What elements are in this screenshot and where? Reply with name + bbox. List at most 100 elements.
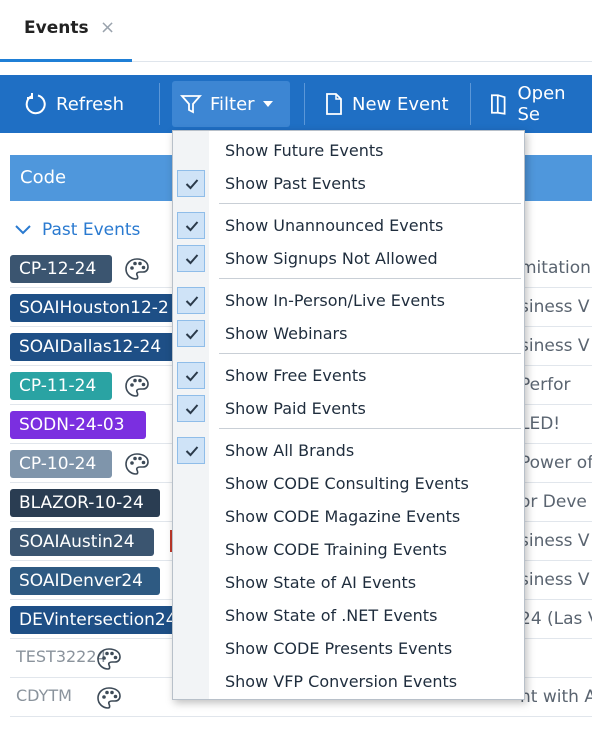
- checkbox-empty[interactable]: [177, 668, 205, 695]
- checkmark-icon[interactable]: [177, 320, 205, 347]
- toolbar-divider: [159, 83, 160, 125]
- menu-item-label: Show CODE Magazine Events: [225, 507, 461, 526]
- menu-item-label: Show Free Events: [225, 366, 367, 385]
- palette-icon[interactable]: [124, 374, 150, 402]
- toolbar: Refresh Filter New Event Open Se: [0, 75, 592, 133]
- menu-separator: [219, 278, 521, 279]
- checkmark-icon[interactable]: [177, 395, 205, 422]
- event-code-badge: SOAIAustin24: [10, 528, 154, 556]
- checkmark-icon[interactable]: [177, 287, 205, 314]
- menu-item[interactable]: Show CODE Presents Events: [173, 632, 524, 665]
- group-header-past-events[interactable]: Past Events: [10, 215, 140, 245]
- menu-item[interactable]: Show Webinars: [173, 317, 524, 350]
- event-code-badge: CP-12-24: [10, 255, 112, 283]
- event-title: Power of: [520, 453, 592, 473]
- refresh-icon: [25, 93, 46, 115]
- menu-item-label: Show CODE Training Events: [225, 540, 447, 559]
- event-code-badge: SOAIDallas12-24: [10, 333, 182, 361]
- event-code-badge: SOAIHouston12-2: [10, 294, 182, 322]
- event-code-badge: CP-11-24: [10, 372, 112, 400]
- menu-item[interactable]: Show In-Person/Live Events: [173, 284, 524, 317]
- tab-events[interactable]: Events ×: [0, 0, 132, 62]
- event-code-badge: SOAIDenver24: [10, 567, 160, 595]
- menu-item[interactable]: Show All Brands: [173, 434, 524, 467]
- menu-item[interactable]: Show Future Events: [173, 134, 524, 167]
- menu-item[interactable]: Show Unannounced Events: [173, 209, 524, 242]
- close-icon[interactable]: ×: [100, 17, 115, 38]
- checkmark-icon[interactable]: [177, 437, 205, 464]
- menu-separator: [219, 203, 521, 204]
- menu-item[interactable]: Show Free Events: [173, 359, 524, 392]
- menu-item[interactable]: Show CODE Magazine Events: [173, 500, 524, 533]
- menu-item-label: Show Paid Events: [225, 399, 366, 418]
- menu-item[interactable]: Show Signups Not Allowed: [173, 242, 524, 275]
- checkmark-icon[interactable]: [177, 362, 205, 389]
- checkbox-empty[interactable]: [177, 635, 205, 662]
- checkbox-empty[interactable]: [177, 536, 205, 563]
- menu-item[interactable]: Show State of .NET Events: [173, 599, 524, 632]
- menu-item-label: Show CODE Consulting Events: [225, 474, 469, 493]
- menu-item-label: Show All Brands: [225, 441, 355, 460]
- menu-item-label: Show VFP Conversion Events: [225, 672, 458, 691]
- toolbar-divider: [304, 83, 305, 125]
- event-title: mitation: [520, 258, 591, 278]
- event-title: siness V: [520, 297, 590, 317]
- event-code: CDYTM: [16, 686, 72, 705]
- new-document-icon: [326, 93, 342, 115]
- event-code-badge: CP-10-24: [10, 450, 112, 478]
- event-title: nt with A: [520, 687, 592, 707]
- menu-item-label: Show In-Person/Live Events: [225, 291, 445, 310]
- menu-item-label: Show State of .NET Events: [225, 606, 438, 625]
- palette-icon[interactable]: [96, 647, 122, 675]
- group-label: Past Events: [42, 220, 141, 240]
- refresh-button[interactable]: Refresh: [24, 75, 124, 133]
- refresh-label: Refresh: [56, 93, 124, 115]
- menu-item-label: Show Webinars: [225, 324, 348, 343]
- tab-title: Events: [24, 18, 89, 38]
- checkbox-empty[interactable]: [177, 137, 205, 164]
- event-code-badge: BLAZOR-10-24: [10, 489, 160, 517]
- palette-icon[interactable]: [124, 257, 150, 285]
- event-title: siness V: [520, 570, 590, 590]
- event-title: Perfor: [520, 375, 571, 395]
- menu-item-label: Show Past Events: [225, 174, 366, 193]
- menu-item-label: Show Unannounced Events: [225, 216, 444, 235]
- filter-icon: [180, 95, 202, 114]
- event-title: siness V: [520, 336, 590, 356]
- event-title: siness V: [520, 531, 590, 551]
- checkbox-empty[interactable]: [177, 503, 205, 530]
- filter-button[interactable]: Filter: [172, 81, 290, 127]
- palette-icon[interactable]: [124, 452, 150, 480]
- checkmark-icon[interactable]: [177, 245, 205, 272]
- checkbox-empty[interactable]: [177, 569, 205, 596]
- menu-item[interactable]: Show CODE Consulting Events: [173, 467, 524, 500]
- open-book-icon: [491, 94, 506, 115]
- new-event-button[interactable]: New Event: [324, 75, 449, 133]
- filter-label: Filter: [210, 93, 255, 115]
- menu-item-label: Show State of AI Events: [225, 573, 417, 592]
- event-title: LED!: [520, 414, 561, 434]
- menu-item[interactable]: Show State of AI Events: [173, 566, 524, 599]
- tab-strip: Events ×: [0, 0, 592, 62]
- menu-item-label: Show Future Events: [225, 141, 384, 160]
- event-code-badge: DEVintersection24: [10, 606, 178, 634]
- filter-dropdown-menu: Show Future Events Show Past Events Show U…: [172, 130, 525, 700]
- menu-item[interactable]: Show Paid Events: [173, 392, 524, 425]
- column-header-code[interactable]: Code: [20, 167, 66, 188]
- checkbox-empty[interactable]: [177, 470, 205, 497]
- menu-item[interactable]: Show CODE Training Events: [173, 533, 524, 566]
- menu-item[interactable]: Show Past Events: [173, 167, 524, 200]
- menu-separator: [219, 428, 521, 429]
- chevron-down-icon[interactable]: [14, 224, 32, 236]
- open-button[interactable]: Open Se: [488, 75, 592, 133]
- checkbox-empty[interactable]: [177, 602, 205, 629]
- menu-item-label: Show Signups Not Allowed: [225, 249, 438, 268]
- checkmark-icon[interactable]: [177, 212, 205, 239]
- palette-icon[interactable]: [96, 686, 122, 714]
- chevron-down-icon: [262, 101, 273, 107]
- menu-separator: [219, 353, 521, 354]
- open-label: Open Se: [517, 83, 566, 125]
- checkmark-icon[interactable]: [177, 170, 205, 197]
- menu-item[interactable]: Show VFP Conversion Events: [173, 665, 524, 698]
- event-code: TEST32224: [16, 647, 107, 666]
